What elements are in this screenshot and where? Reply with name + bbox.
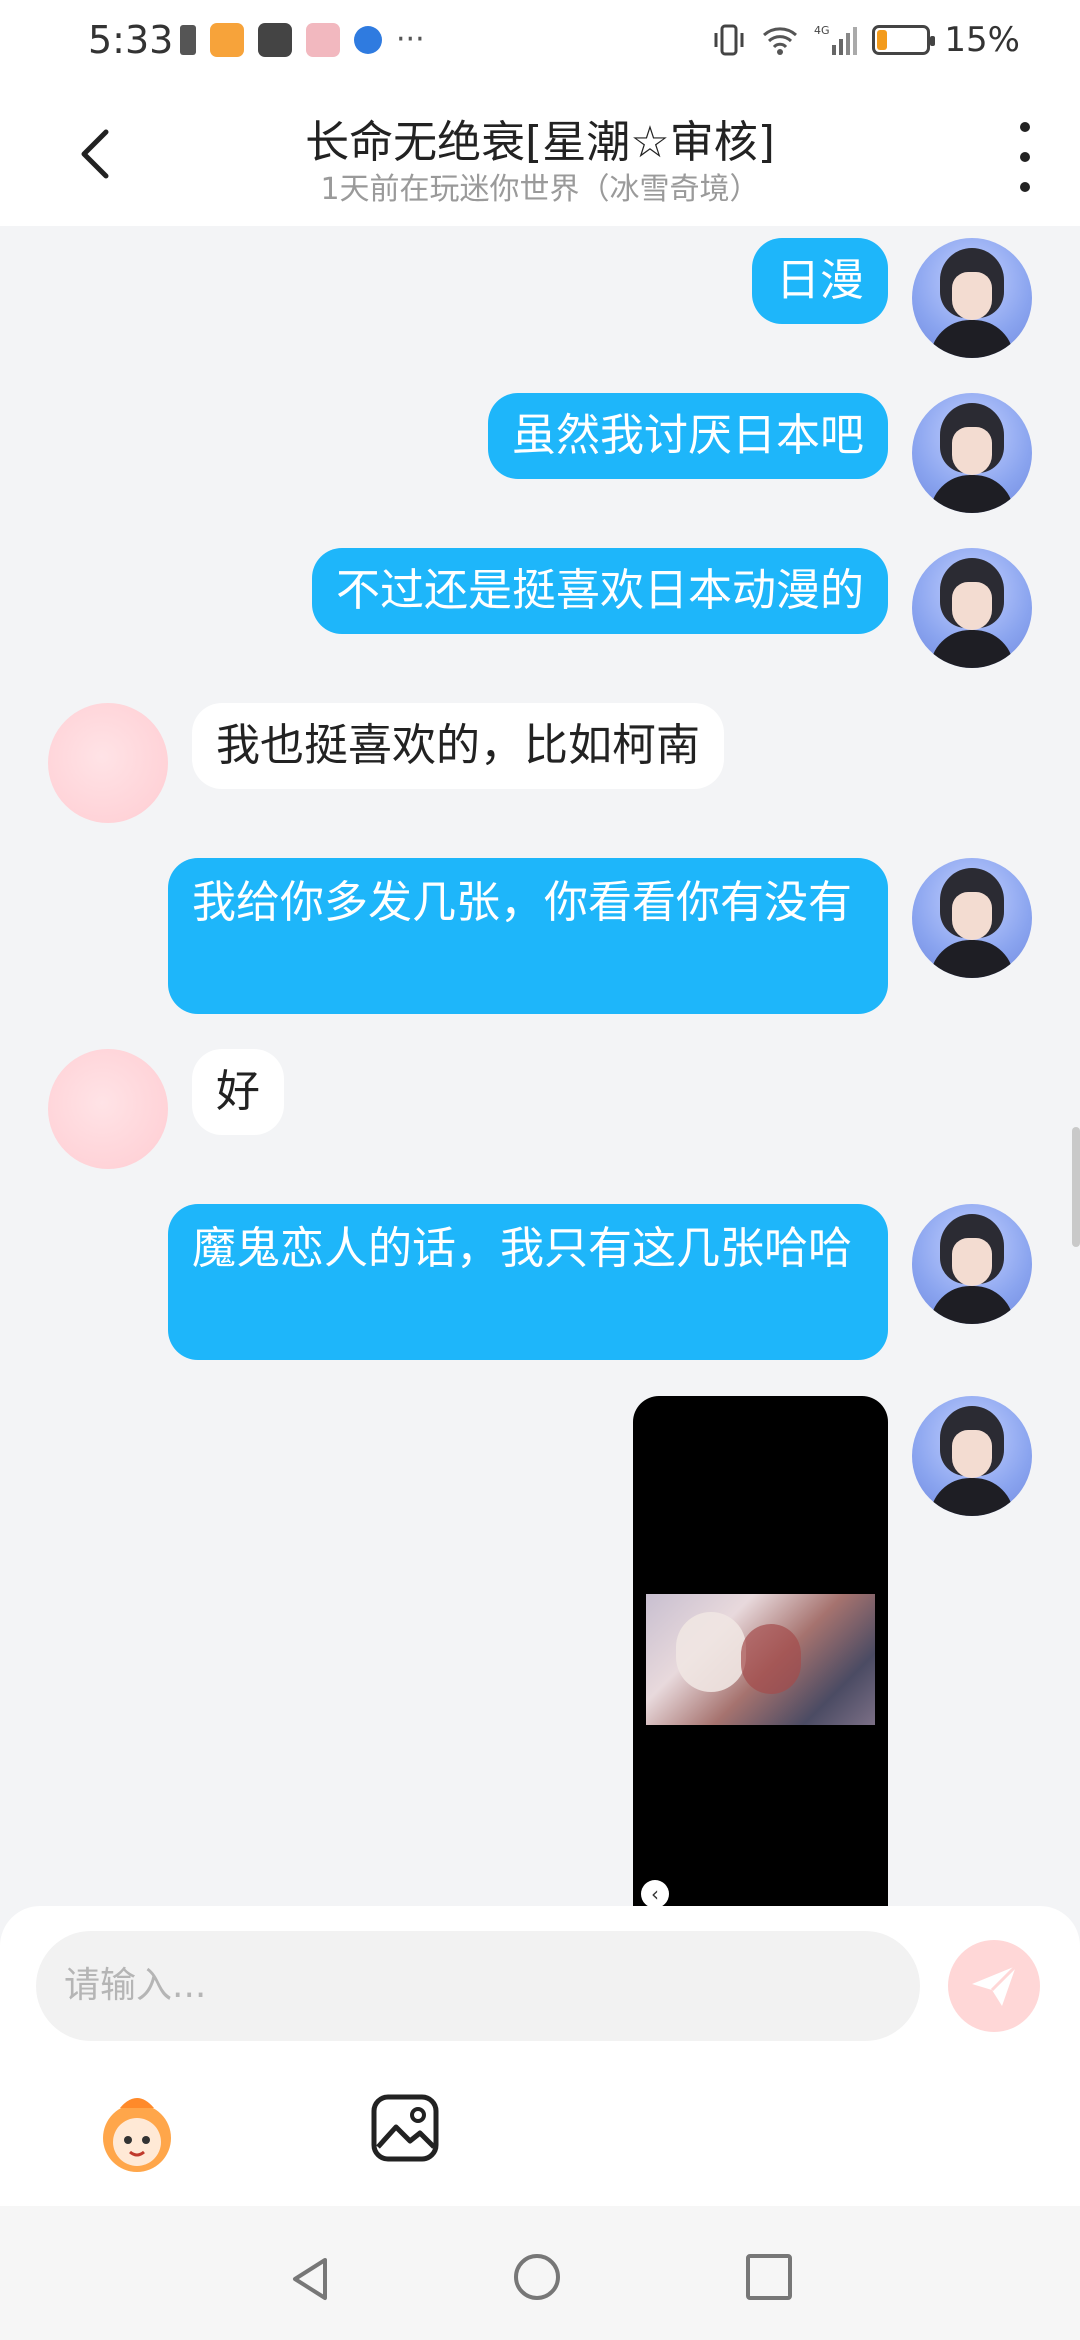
usb-debug-icon <box>180 24 196 55</box>
send-button[interactable] <box>948 1940 1040 2032</box>
anime-image-thumbnail[interactable] <box>646 1594 875 1725</box>
scrollbar[interactable] <box>1072 1127 1080 1247</box>
chat-title: 长命无绝衰[星潮☆审核] <box>305 117 775 168</box>
wifi-icon <box>763 27 798 55</box>
message-bubble-received[interactable]: 我也挺喜欢的，比如柯南 <box>192 703 724 789</box>
battery-icon <box>872 25 936 55</box>
message-bubble-sent[interactable]: 日漫 <box>752 238 888 324</box>
input-panel: 请输入... <box>0 1906 1080 2206</box>
message-input[interactable]: 请输入... <box>36 1931 920 2041</box>
system-status: 4G 15% <box>712 20 1020 60</box>
browser-icon <box>354 25 382 54</box>
notification-icons: ··· <box>180 22 425 57</box>
chat-header: 长命无绝衰[星潮☆审核] 1天前在玩迷你世界（冰雪奇境） <box>0 84 1080 226</box>
my-avatar[interactable] <box>912 1396 1032 1516</box>
image-message[interactable]: ‹ <box>633 1396 888 1916</box>
my-avatar[interactable] <box>912 548 1032 668</box>
vibrate-icon <box>714 24 744 56</box>
svg-text:4G: 4G <box>814 24 830 37</box>
video-app-icon <box>210 22 244 57</box>
chat-subtitle: 1天前在玩迷你世界（冰雪奇境） <box>320 172 760 207</box>
message-bubble-sent[interactable]: 虽然我讨厌日本吧 <box>488 393 888 479</box>
battery-percent: 15% <box>944 20 1020 60</box>
huawei-store-icon <box>258 22 292 57</box>
more-options-icon[interactable] <box>1010 122 1040 192</box>
message-bubble-sent[interactable]: 我给你多发几张，你看看你有没有 <box>168 858 888 1014</box>
other-avatar[interactable] <box>48 703 168 823</box>
my-avatar[interactable] <box>912 1204 1032 1324</box>
nav-recent-apps-icon[interactable] <box>746 2254 792 2300</box>
more-notifications-icon: ··· <box>396 22 425 57</box>
paper-plane-icon <box>972 1964 1018 2006</box>
message-bubble-received[interactable]: 好 <box>192 1049 284 1135</box>
other-avatar[interactable] <box>48 1049 168 1169</box>
nav-home-icon[interactable] <box>514 2254 560 2300</box>
message-list[interactable]: 日漫 虽然我讨厌日本吧 不过还是挺喜欢日本动漫的 我也挺喜欢的，比如柯南 我给你… <box>0 226 1080 1906</box>
shop-app-icon <box>306 22 340 57</box>
signal-4g-icon: 4G <box>814 24 858 55</box>
message-bubble-sent[interactable]: 不过还是挺喜欢日本动漫的 <box>312 548 888 634</box>
my-avatar[interactable] <box>912 858 1032 978</box>
message-bubble-sent[interactable]: 魔鬼恋人的话，我只有这几张哈哈 <box>168 1204 888 1360</box>
system-nav-bar <box>0 2206 1080 2340</box>
gallery-icon[interactable] <box>370 2093 440 2163</box>
chevron-left-icon[interactable]: ‹ <box>641 1880 669 1908</box>
nav-back-icon[interactable] <box>285 2254 335 2304</box>
status-bar: 5:33 ··· 4G 15% <box>0 0 1080 84</box>
status-time: 5:33 <box>88 18 174 62</box>
my-avatar[interactable] <box>912 238 1032 358</box>
my-avatar[interactable] <box>912 393 1032 513</box>
emoji-sticker-icon[interactable] <box>90 2086 184 2180</box>
